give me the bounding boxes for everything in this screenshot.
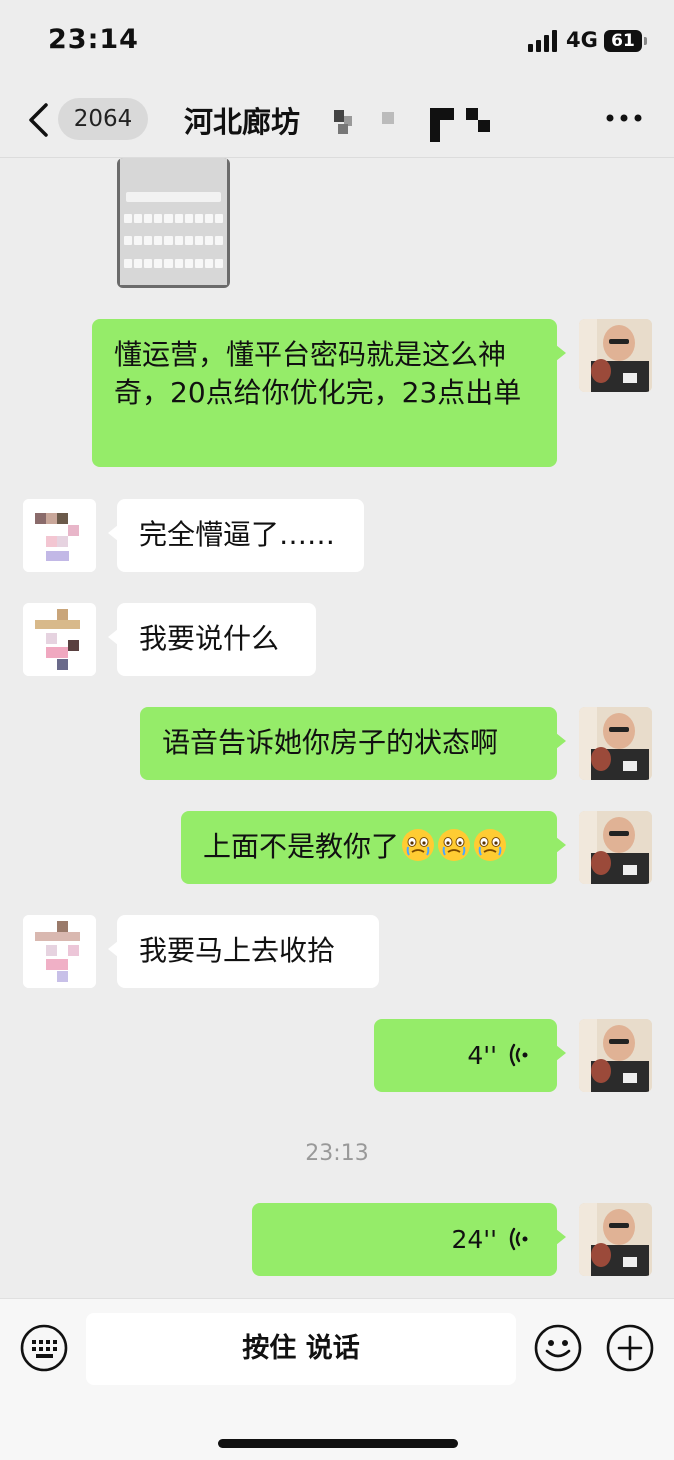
network-type: 4G [566, 28, 598, 52]
message-list[interactable]: 懂运营，懂平台密码就是这么神奇，20点给你优化完，23点出单 完全懵逼了…… 我… [0, 158, 674, 1298]
message-bubble[interactable]: 上面不是教你了 [181, 811, 566, 884]
crying-face-icon [402, 829, 435, 861]
image-thumbnail [120, 158, 227, 285]
avatar[interactable] [579, 811, 652, 884]
avatar[interactable] [23, 603, 96, 676]
battery-icon: 61 [604, 30, 642, 52]
hold-to-talk-button[interactable]: 按住 说话 [86, 1313, 516, 1385]
avatar[interactable] [579, 319, 652, 392]
home-indicator[interactable] [218, 1439, 458, 1448]
message-text: 懂运营，懂平台密码就是这么神奇，20点给你优化完，23点出单 [114, 338, 522, 409]
message-bubble[interactable]: 我要说什么 [108, 603, 316, 676]
voice-message[interactable]: 4'' [374, 1019, 566, 1092]
plus-icon[interactable] [605, 1323, 655, 1373]
redacted-name [334, 108, 490, 142]
avatar[interactable] [23, 499, 96, 572]
message-bubble[interactable]: 我要马上去收拾 [108, 915, 379, 988]
voice-wave-icon [509, 1043, 528, 1067]
message-text: 我要说什么 [139, 622, 280, 655]
chat-header: 2064 河北廊坊 [0, 84, 674, 158]
avatar[interactable] [579, 707, 652, 780]
status-time: 23:14 [48, 24, 139, 55]
avatar[interactable] [23, 915, 96, 988]
crying-face-icon [438, 829, 471, 861]
unread-count-badge[interactable]: 2064 [58, 98, 148, 140]
input-bar: 按住 说话 [0, 1298, 674, 1460]
message-text: 语音告诉她你房子的状态啊 [162, 726, 499, 759]
voice-duration: 24'' [451, 1225, 497, 1254]
image-keyboard [124, 214, 223, 279]
avatar[interactable] [579, 1203, 652, 1276]
voice-duration: 4'' [467, 1041, 497, 1070]
avatar[interactable] [579, 1019, 652, 1092]
signal-icon [528, 30, 557, 52]
keyboard-icon[interactable] [19, 1323, 69, 1373]
battery-tip [644, 37, 647, 45]
more-icon[interactable] [604, 110, 644, 126]
back-icon[interactable] [26, 102, 54, 138]
emoji-icon[interactable] [533, 1323, 583, 1373]
voice-wave-icon [509, 1227, 528, 1251]
chat-title: 河北廊坊 [184, 105, 301, 139]
message-text: 完全懵逼了…… [139, 518, 336, 551]
voice-message[interactable]: 24'' [252, 1203, 566, 1276]
message-bubble[interactable]: 完全懵逼了…… [108, 499, 364, 572]
message-bubble[interactable]: 语音告诉她你房子的状态啊 [140, 707, 566, 780]
message-timestamp: 23:13 [305, 1141, 369, 1166]
message-text: 我要马上去收拾 [139, 934, 336, 967]
crying-face-icon [474, 829, 507, 861]
message-text: 上面不是教你了 [203, 830, 400, 863]
message-bubble[interactable]: 懂运营，懂平台密码就是这么神奇，20点给你优化完，23点出单 [92, 319, 566, 467]
status-bar: 23:14 4G 61 [0, 0, 674, 84]
image-message[interactable] [117, 158, 230, 288]
image-detail [126, 192, 221, 202]
